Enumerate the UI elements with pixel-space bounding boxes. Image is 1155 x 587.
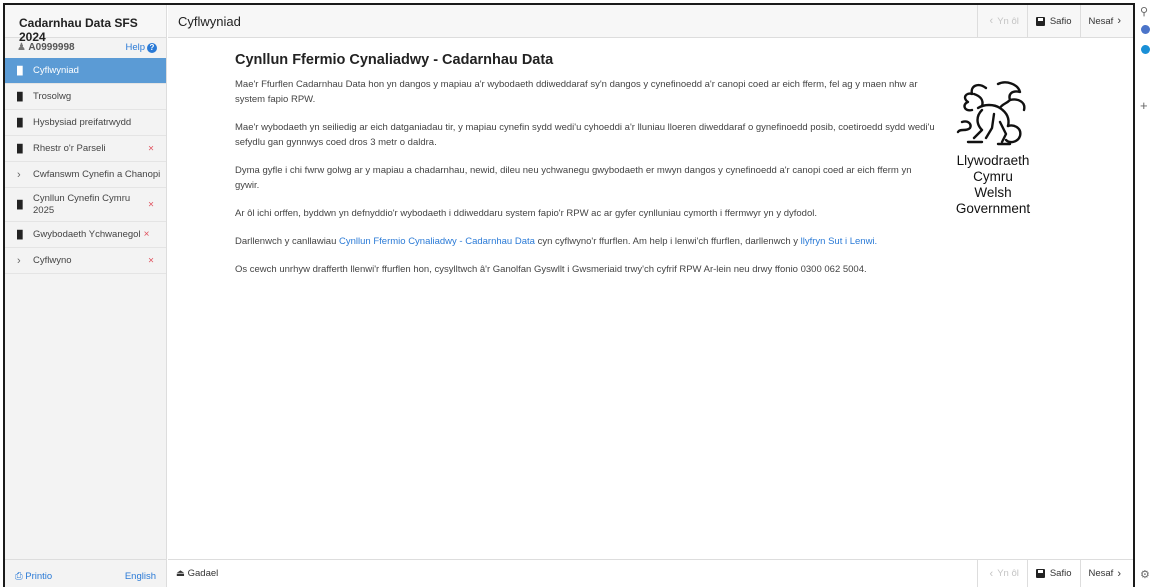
footer-next-button[interactable]: Nesaf ›	[1079, 560, 1134, 587]
sidebar-item-cwfanswm[interactable]: › Cwfanswm Cynefin a Chanopi	[5, 162, 166, 188]
outlook-icon[interactable]	[1141, 45, 1150, 54]
paragraph-6: Os cewch unrhyw drafferth llenwi'r ffurf…	[235, 264, 867, 275]
error-icon: ×	[148, 255, 154, 266]
paragraph-3: Dyma gyfle i chi fwrw golwg ar y mapiau …	[235, 165, 912, 191]
eject-icon: ⏏	[176, 568, 185, 579]
page-icon: █	[17, 200, 23, 209]
error-icon: ×	[143, 229, 150, 240]
chevron-left-icon: ‹	[989, 15, 994, 27]
chevron-left-icon: ‹	[989, 567, 994, 580]
help-link[interactable]: Help?	[125, 42, 157, 53]
sidebar-item-cynllun-cynefin[interactable]: █ Cynllun Cynefin Cymru 2025 ×	[5, 188, 166, 222]
sidebar-item-gwybodaeth[interactable]: █ Gwybodaeth Ychwanegol ×	[5, 222, 166, 248]
exit-button[interactable]: ⏏ Gadael	[176, 568, 218, 579]
paragraph-2: Mae'r wybodaeth yn seiliedig ar eich dat…	[235, 122, 935, 148]
footer-nav: ‹ Yn ôl Safio Nesaf ›	[976, 560, 1134, 587]
page-title: Cyflwyniad	[178, 14, 241, 29]
search-icon[interactable]: ⚲	[1140, 5, 1148, 18]
error-icon: ×	[148, 143, 154, 154]
content-heading: Cynllun Ffermio Cynaliadwy - Cadarnhau D…	[235, 52, 554, 68]
sidebar-item-cyflwyno[interactable]: › Cyflwyno ×	[5, 248, 166, 274]
intro-content: Cynllun Ffermio Cynaliadwy - Cadarnhau D…	[235, 52, 935, 290]
floppy-disk-icon	[1035, 16, 1045, 26]
paragraph-1: Mae'r Ffurflen Cadarnhau Data hon yn dan…	[235, 79, 918, 105]
language-toggle[interactable]: English	[125, 571, 156, 582]
app-frame: Cadarnhau Data SFS 2024 ♟ A0999998 Help?…	[3, 3, 1135, 587]
sidebar-item-trosolwg[interactable]: █ Trosolwg	[5, 84, 166, 110]
main-panel: Cyflwyniad ‹ Yn ôl Safio Nesaf › Cynllun…	[168, 5, 1133, 587]
logo-welsh-name: Llywodraeth Cymru	[956, 153, 1030, 184]
back-button[interactable]: ‹ Yn ôl	[976, 5, 1027, 37]
chevron-right-icon: ›	[1117, 15, 1121, 27]
extension-icon[interactable]	[1141, 25, 1150, 34]
sidebar-item-cyflwyniad[interactable]: █ Cyflwyniad	[5, 58, 166, 84]
print-button[interactable]: ⎙ Printio	[15, 571, 52, 582]
page-icon: █	[17, 118, 23, 127]
welsh-dragon-icon	[956, 81, 1026, 146]
guidance-link[interactable]: Cynllun Ffermio Cynaliadwy - Cadarnhau D…	[339, 236, 535, 247]
printer-icon: ⎙	[15, 571, 23, 582]
chevron-right-icon: ›	[17, 254, 21, 267]
header-bar: Cyflwyniad ‹ Yn ôl Safio Nesaf ›	[168, 5, 1133, 38]
footer-save-button[interactable]: Safio	[1026, 560, 1080, 587]
floppy-disk-icon	[1035, 569, 1045, 578]
paragraph-4: Ar ôl ichi orffen, byddwn yn defnyddio'r…	[235, 208, 817, 219]
help-icon: ?	[147, 43, 157, 53]
browser-side-rail: ⚲ + ⚙	[1137, 0, 1155, 587]
save-button[interactable]: Safio	[1026, 5, 1080, 37]
add-icon[interactable]: +	[1140, 98, 1148, 113]
footer-back-button[interactable]: ‹ Yn ôl	[976, 560, 1027, 587]
settings-icon[interactable]: ⚙	[1140, 568, 1150, 581]
page-icon: █	[17, 92, 23, 101]
sidebar-title: Cadarnhau Data SFS 2024	[5, 5, 166, 44]
user-row: ♟ A0999998 Help?	[5, 38, 166, 58]
error-icon: ×	[148, 199, 154, 210]
page-icon: █	[17, 230, 23, 239]
header-nav: ‹ Yn ôl Safio Nesaf ›	[976, 5, 1134, 37]
sidebar-item-hysbysiad[interactable]: █ Hysbysiad preifatrwydd	[5, 110, 166, 136]
user-id: A0999998	[28, 42, 75, 53]
sidebar-footer: ⎙ Printio English	[5, 559, 166, 587]
chevron-right-icon: ›	[1117, 567, 1121, 580]
paragraph-5: Darllenwch y canllawiau Cynllun Ffermio …	[235, 236, 878, 247]
user-icon: ♟	[17, 42, 26, 53]
next-button[interactable]: Nesaf ›	[1079, 5, 1134, 37]
welsh-government-logo: Llywodraeth Cymru Welsh Government	[938, 78, 1048, 217]
logo-english-name: Welsh Government	[955, 185, 1031, 216]
sidebar-item-rhestr-parseli[interactable]: █ Rhestr o'r Parseli ×	[5, 136, 166, 162]
chevron-right-icon: ›	[17, 168, 21, 181]
booklet-link[interactable]: llyfryn Sut i Lenwi.	[801, 236, 878, 247]
sidebar: Cadarnhau Data SFS 2024 ♟ A0999998 Help?…	[5, 5, 167, 587]
page-icon: █	[17, 66, 23, 75]
page-icon: █	[17, 144, 23, 153]
footer-bar: ⏏ Gadael ‹ Yn ôl Safio Nesaf ›	[168, 559, 1133, 587]
